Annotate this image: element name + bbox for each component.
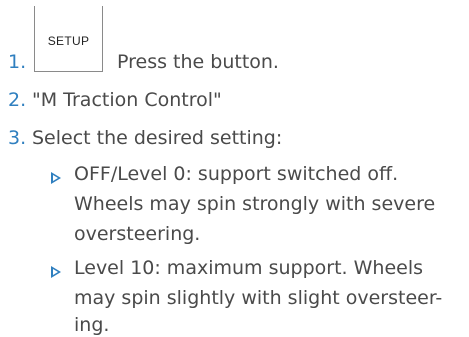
triangle-bullet-icon [51, 266, 61, 278]
setup-button-label: SETUP [47, 34, 90, 48]
option-2-line-2: may spin slightly with slight oversteer- [74, 287, 443, 309]
step-1-text: Press the button. [117, 51, 279, 73]
option-1-line-1: OFF/Level 0: support switched off. [74, 163, 399, 185]
step-2-number: 2. [8, 89, 27, 111]
step-3-text: Select the desired setting: [32, 127, 283, 149]
option-1-line-3: oversteering. [74, 223, 201, 245]
option-2-line-1: Level 10: maximum support. Wheels [74, 257, 423, 279]
instruction-steps: 1. SETUP Press the button. 2. "M Tractio… [0, 0, 469, 337]
step-1-number: 1. [8, 51, 27, 73]
step-2-text: "M Traction Control" [32, 89, 222, 111]
step-3-number: 3. [8, 127, 27, 149]
option-2-line-3: ing. [74, 314, 110, 336]
option-1-line-2: Wheels may spin strongly with severe [74, 193, 436, 215]
triangle-bullet-icon [51, 172, 61, 184]
setup-button-icon: SETUP [34, 6, 103, 72]
